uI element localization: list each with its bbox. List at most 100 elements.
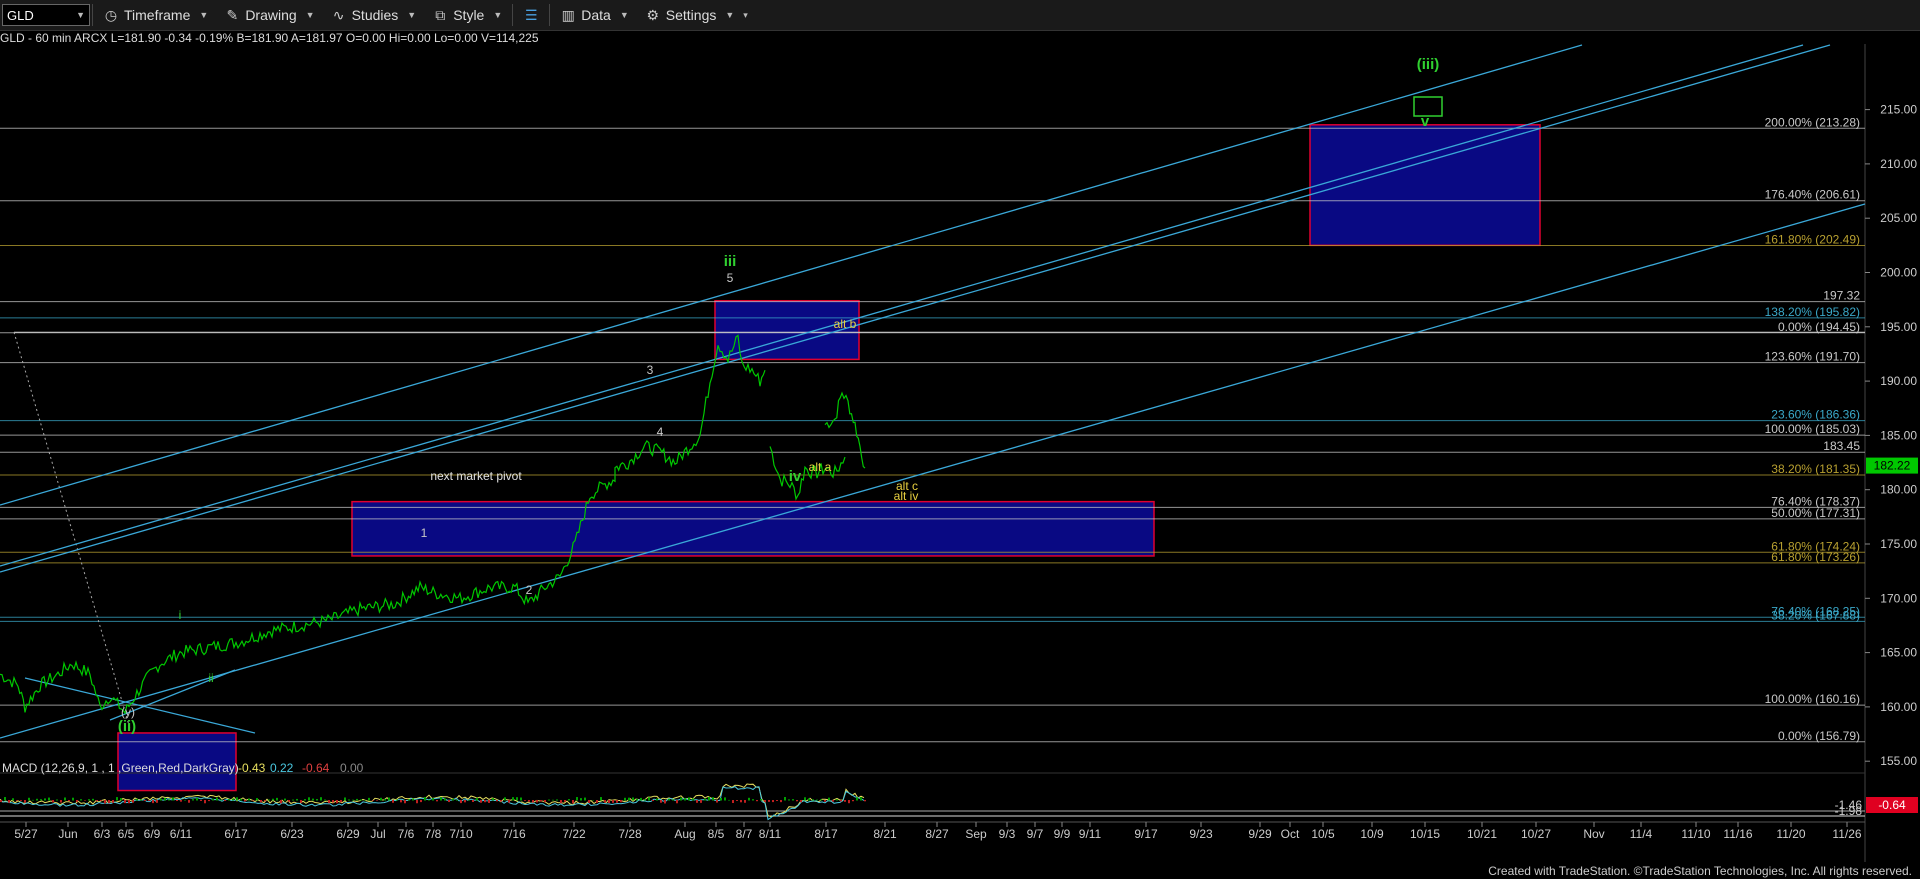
macd-histogram-bar	[628, 797, 630, 801]
price-tick-label: 205.00	[1880, 211, 1917, 225]
time-tick-label: Sep	[965, 827, 987, 841]
macd-histogram-bar	[780, 800, 782, 803]
macd-histogram-bar	[612, 800, 614, 803]
macd-histogram-bar	[668, 798, 670, 801]
macd-histogram-bar	[800, 800, 802, 803]
macd-histogram-bar	[816, 799, 818, 801]
macd-axis-label: -1.98	[1835, 804, 1863, 818]
macd-histogram-bar	[416, 800, 418, 804]
macd-histogram-bar	[792, 799, 794, 801]
macd-histogram-bar	[172, 797, 174, 801]
macd-histogram-bar	[480, 800, 482, 803]
macd-histogram-bar	[56, 799, 58, 801]
macd-histogram-bar	[220, 799, 222, 801]
macd-histogram-bar	[500, 800, 502, 802]
macd-histogram-bar	[548, 799, 550, 801]
time-tick-label: 6/3	[94, 827, 111, 841]
macd-histogram-bar	[648, 797, 650, 801]
macd-histogram-bar	[120, 798, 122, 801]
drawing-button[interactable]: ✎ Drawing ▼	[216, 0, 322, 30]
macd-histogram-bar	[72, 797, 74, 801]
chevron-down-icon: ▼	[725, 10, 735, 20]
macd-histogram-bar	[12, 798, 14, 801]
settings-label: Settings	[665, 7, 717, 23]
macd-histogram-bar	[8, 800, 10, 803]
wave-label: alt b	[834, 317, 857, 331]
macd-histogram-bar	[28, 797, 30, 801]
style-button[interactable]: ⧉ Style ▼	[424, 0, 510, 30]
macd-histogram-bar	[16, 800, 18, 801]
time-tick-label: 9/29	[1248, 827, 1272, 841]
macd-histogram-bar	[0, 800, 2, 803]
macd-histogram-bar	[764, 800, 766, 803]
price-tick-label: 195.00	[1880, 320, 1917, 334]
macd-histogram-bar	[560, 800, 562, 804]
macd-histogram-bar	[4, 797, 6, 801]
macd-histogram-bar	[268, 799, 270, 801]
macd-histogram-bar	[168, 799, 170, 801]
macd-histogram-bar	[684, 798, 686, 801]
macd-histogram-bar	[336, 800, 338, 804]
fib-level-label: 61.80% (173.26)	[1771, 550, 1860, 564]
macd-histogram-bar	[460, 800, 462, 804]
fib-level-label: 138.20% (195.82)	[1765, 305, 1860, 319]
fib-level-label: 200.00% (213.28)	[1765, 115, 1860, 129]
symbol-input[interactable]: GLD ▼	[2, 4, 90, 26]
style-label: Style	[453, 7, 485, 23]
macd-histogram-bar	[196, 797, 198, 801]
chevron-down-icon: ▼	[305, 10, 315, 20]
timeframe-button[interactable]: ◷ Timeframe ▼	[95, 0, 216, 30]
time-tick-label: 11/20	[1776, 827, 1805, 841]
time-tick-label: Aug	[674, 827, 695, 841]
time-tick-label: Oct	[1281, 827, 1300, 841]
time-tick-label: 7/16	[502, 827, 526, 841]
time-tick-label: 5/27	[14, 827, 38, 841]
price-tick-label: 175.00	[1880, 537, 1917, 551]
data-button[interactable]: ▥ Data ▼	[552, 0, 637, 30]
price-series-line	[769, 446, 846, 501]
macd-histogram-bar	[88, 799, 90, 801]
overflow-icon: ▾	[743, 9, 748, 20]
macd-histogram-bar	[284, 798, 286, 801]
time-tick-label: 6/9	[144, 827, 161, 841]
macd-histogram-bar	[108, 800, 110, 804]
macd-histogram-bar	[532, 800, 534, 803]
macd-histogram-bar	[664, 800, 666, 804]
macd-histogram-bar	[256, 798, 258, 801]
macd-histogram-bar	[148, 800, 150, 801]
macd-histogram-bar	[600, 797, 602, 801]
macd-histogram-bar	[24, 800, 26, 803]
macd-histogram-bar	[204, 800, 206, 804]
time-tick-label: 9/3	[999, 827, 1016, 841]
macd-histogram-bar	[216, 797, 218, 801]
style-icon: ⧉	[435, 7, 446, 23]
time-tick-label: 11/4	[1630, 827, 1653, 841]
price-chart[interactable]: 155.00 160.00 165.00 170.00 175.00 180.00 185.…	[0, 44, 1920, 864]
settings-button[interactable]: ⚙ Settings ▼ ▾	[637, 0, 756, 30]
macd-histogram-bar	[616, 800, 618, 803]
chevron-down-icon: ▼	[199, 10, 209, 20]
macd-histogram-bar	[700, 800, 702, 803]
macd-histogram-bar	[744, 800, 746, 803]
macd-histogram-bar	[856, 797, 858, 801]
macd-histogram-bar	[68, 800, 70, 802]
macd-histogram-bar	[688, 797, 690, 801]
macd-histogram-bar	[592, 799, 594, 801]
time-tick-label: 7/6	[398, 827, 415, 841]
time-tick-label: 10/9	[1360, 827, 1384, 841]
target-box-next-market-pivot	[351, 500, 1155, 557]
layout-button[interactable]: ☰	[515, 0, 547, 30]
studies-button[interactable]: ∿ Studies ▼	[323, 0, 425, 30]
time-tick-label: 8/21	[873, 827, 897, 841]
wave-label: ii	[208, 671, 213, 685]
macd-histogram-bar	[556, 799, 558, 801]
macd-histogram-bar	[680, 797, 682, 801]
macd-histogram-bar	[464, 800, 466, 803]
macd-histogram-bar	[516, 797, 518, 801]
macd-histogram-bar	[304, 799, 306, 801]
wave-label: iv	[789, 468, 802, 485]
macd-histogram-bar	[424, 797, 426, 801]
time-tick-label: 10/21	[1467, 827, 1497, 841]
macd-histogram-bar	[736, 800, 738, 801]
time-tick-label: 8/7	[736, 827, 753, 841]
